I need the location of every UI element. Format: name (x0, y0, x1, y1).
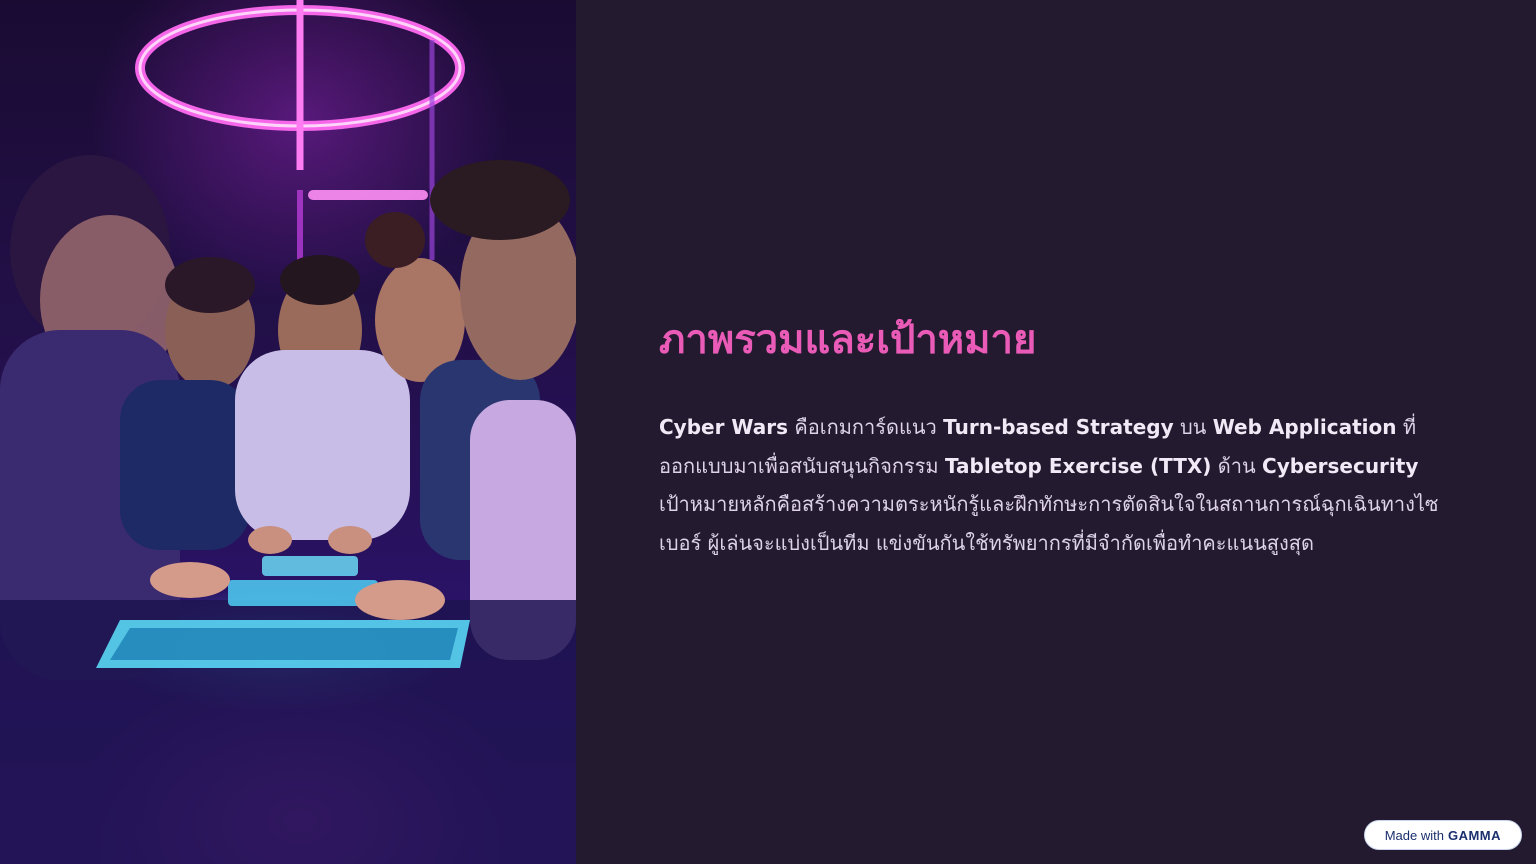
text-segment: บน (1173, 415, 1213, 439)
gamma-logo: GAMMA (1447, 827, 1501, 843)
made-with-gamma-badge[interactable]: Made with GAMMA (1363, 820, 1522, 850)
term-tabletop-exercise: Tabletop Exercise (TTX) (944, 453, 1212, 478)
slide-description: Cyber Wars คือเกมการ์ดแนว Turn-based Str… (659, 408, 1459, 562)
term-cybersecurity: Cybersecurity (1262, 453, 1419, 478)
slide-title: ภาพรวมและเป้าหมาย (659, 317, 1037, 363)
description-line-4: เบอร์ ผู้เล่นจะแบ่งเป็นทีม แข่งขันกันใช้… (659, 530, 1314, 555)
badge-prefix: Made with (1384, 827, 1444, 843)
text-segment: ด้าน (1211, 453, 1263, 478)
description-line-2: ออกแบบมาเพื่อสนับสนุนกิจกรรม Tabletop Ex… (659, 447, 1459, 486)
term-turn-based-strategy: Turn-based Strategy (943, 415, 1174, 439)
text-segment: ออกแบบมาเพื่อสนับสนุนกิจกรรม (659, 453, 945, 478)
description-line-3: เป้าหมายหลักคือสร้างความตระหนักรู้และฝึก… (659, 492, 1439, 517)
text-segment: คือเกมการ์ดแนว (788, 415, 944, 439)
text-segment: ที่ (1396, 415, 1417, 439)
hero-photo-illustration (0, 0, 576, 864)
slide-content: ภาพรวมและเป้าหมาย Cyber Wars คือเกมการ์ด… (659, 300, 1459, 562)
term-cyber-wars: Cyber Wars (659, 415, 789, 439)
description-line-1: Cyber Wars คือเกมการ์ดแนว Turn-based Str… (659, 408, 1459, 447)
hero-photo-people-playing-cyber-game (0, 0, 576, 864)
term-web-application: Web Application (1212, 415, 1397, 439)
